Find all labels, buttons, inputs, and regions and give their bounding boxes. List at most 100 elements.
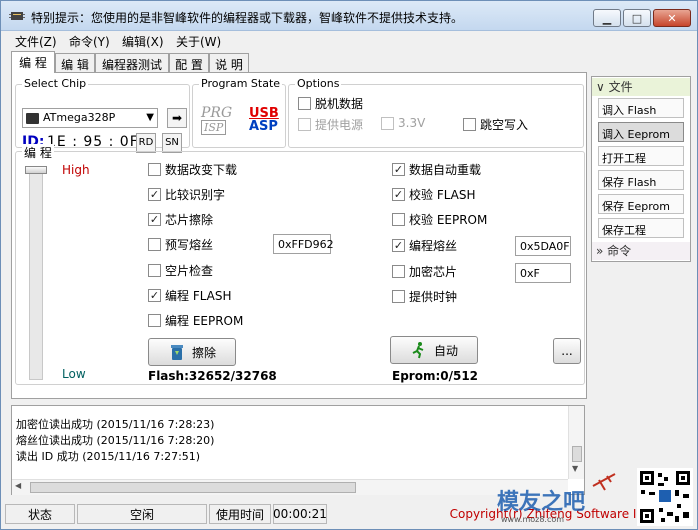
erase-button[interactable]: 擦除: [148, 338, 236, 366]
auto-reload-checkbox[interactable]: ✓ 数据自动重载: [392, 161, 481, 178]
save-project-button[interactable]: 保存工程: [598, 218, 684, 238]
checkbox-box: [463, 118, 476, 131]
file-section-header[interactable]: ∨ 文件: [592, 78, 690, 96]
scroll-left-icon[interactable]: ◀: [15, 481, 21, 490]
program-flash-label: 编程 FLASH: [165, 289, 232, 303]
log-line: 加密位读出成功 (2015/11/16 7:28:23): [16, 418, 215, 431]
checkbox-box: [392, 213, 405, 226]
tab-programmer-test[interactable]: 编程器测试: [95, 53, 169, 73]
provide-clock-checkbox[interactable]: 提供时钟: [392, 288, 457, 305]
load-flash-button[interactable]: 调入 Flash: [598, 98, 684, 118]
open-project-button[interactable]: 打开工程: [598, 146, 684, 166]
menu-about[interactable]: 关于(W): [176, 33, 221, 50]
chevron-down-icon: ▼: [146, 112, 154, 123]
high-label: High: [62, 163, 90, 177]
checkbox-box: [381, 116, 394, 130]
program-tab-panel: Select Chip ATmega328P ▼ ➡ ID: 1E : 95 :…: [11, 72, 587, 399]
menu-edit[interactable]: 编辑(X): [122, 33, 164, 50]
voltage-label: 3.3V: [398, 116, 426, 130]
scroll-thumb[interactable]: [30, 482, 356, 493]
elapsed-value: 00:00:21: [273, 504, 327, 524]
program-flash-checkbox[interactable]: ✓ 编程 FLASH: [148, 287, 232, 304]
chip-app-icon: [9, 12, 25, 20]
save-eeprom-button[interactable]: 保存 Eeprom: [598, 194, 684, 214]
chip-id-value: 1E : 95 : 0F: [47, 134, 139, 150]
low-label: Low: [62, 367, 86, 381]
command-section-header[interactable]: » 命令: [592, 242, 690, 260]
prg-isp-logo: PRG ISP: [201, 105, 233, 135]
title-bar: 特别提示：您使用的是非智峰软件的编程器或下载器，智峰软件不提供技术支持。 ▁ □…: [1, 1, 697, 31]
maximize-button[interactable]: □: [623, 9, 651, 27]
program-state-label: Program State: [199, 77, 283, 90]
prewrite-fuse-label: 预写熔丝: [165, 238, 214, 252]
select-chip-label: Select Chip: [22, 77, 89, 90]
select-chip-group: Select Chip ATmega328P ▼ ➡ ID: 1E : 95 :…: [15, 77, 190, 153]
erase-label: 擦除: [191, 345, 216, 360]
load-eeprom-button[interactable]: 调入 Eeprom: [598, 122, 684, 142]
checkbox-box: ✓: [148, 213, 161, 226]
minimize-button[interactable]: ▁: [593, 9, 621, 27]
recycle-bin-icon: [170, 345, 183, 360]
read-id-button[interactable]: RD: [136, 133, 156, 153]
arrow-right-icon: ➡: [171, 111, 183, 125]
chip-select-dropdown[interactable]: ATmega328P ▼: [22, 108, 158, 128]
file-header-label: 文件: [608, 80, 633, 94]
verify-flash-label: 校验 FLASH: [409, 188, 476, 202]
checkbox-box: [148, 163, 161, 176]
chip-select-value: ATmega328P: [43, 111, 116, 124]
tab-edit[interactable]: 编 辑: [55, 53, 95, 73]
serial-number-button[interactable]: SN: [162, 133, 182, 153]
save-flash-button[interactable]: 保存 Flash: [598, 170, 684, 190]
program-group-label: 编 程: [22, 144, 54, 161]
close-button[interactable]: ✕: [653, 9, 691, 27]
scroll-thumb[interactable]: [572, 446, 582, 462]
download-on-change-checkbox[interactable]: 数据改变下载: [148, 161, 237, 178]
menu-file[interactable]: 文件(Z): [15, 33, 57, 50]
isp-text: ISP: [201, 120, 227, 135]
supply-power-checkbox[interactable]: 提供电源: [298, 116, 363, 133]
lock-value[interactable]: 0xF: [515, 263, 571, 283]
verify-eeprom-checkbox[interactable]: 校验 EEPROM: [392, 211, 487, 228]
expand-icon: »: [596, 244, 608, 258]
verify-flash-checkbox[interactable]: ✓ 校验 FLASH: [392, 186, 476, 203]
verify-eeprom-label: 校验 EEPROM: [409, 213, 488, 227]
offline-data-checkbox[interactable]: 脱机数据: [298, 95, 363, 112]
prewrite-fuse-value[interactable]: 0xFFD962: [273, 234, 334, 254]
tab-config[interactable]: 配 置: [169, 53, 209, 73]
program-eeprom-checkbox[interactable]: 编程 EEPROM: [148, 312, 243, 329]
checkbox-box: ✓: [148, 289, 161, 302]
compare-signature-checkbox[interactable]: ✓ 比较识别字: [148, 186, 225, 203]
blank-check-checkbox[interactable]: 空片检查: [148, 262, 213, 279]
menu-command[interactable]: 命令(Y): [69, 33, 110, 50]
speed-slider-track[interactable]: [29, 170, 43, 380]
checkbox-box: [392, 265, 405, 278]
auto-button[interactable]: 自动: [390, 336, 478, 364]
voltage-3v3-checkbox[interactable]: 3.3V: [381, 116, 425, 130]
log-horizontal-scrollbar[interactable]: ◀: [12, 479, 568, 495]
tab-strip: 编 程 编 辑 编程器测试 配 置 说 明: [11, 51, 611, 73]
program-fuse-checkbox[interactable]: ✓ 编程熔丝: [392, 237, 457, 254]
flash-usage: Flash:32652/32768: [148, 369, 277, 383]
collapse-icon: ∨: [596, 80, 609, 94]
fuse-value[interactable]: 0x5DA0F: [515, 236, 571, 256]
checkbox-box: [392, 290, 405, 303]
command-sidebar: ∨ 文件 调入 Flash 调入 Eeprom 打开工程 保存 Flash 保存…: [591, 76, 691, 262]
download-on-change-label: 数据改变下载: [165, 163, 238, 177]
chip-icon: [26, 113, 39, 124]
chip-go-button[interactable]: ➡: [167, 108, 187, 128]
checkbox-box: [298, 118, 311, 131]
tab-help[interactable]: 说 明: [209, 53, 249, 73]
prg-text: PRG: [201, 105, 233, 121]
lock-chip-checkbox[interactable]: 加密芯片: [392, 263, 457, 280]
speed-slider-thumb[interactable]: [25, 166, 47, 174]
asp-text: ASP: [249, 119, 278, 134]
tab-program[interactable]: 编 程: [11, 51, 55, 73]
blank-check-label: 空片检查: [165, 264, 214, 278]
more-options-button[interactable]: ...: [553, 338, 581, 364]
skip-blank-write-checkbox[interactable]: 跳空写入: [463, 116, 528, 133]
prewrite-fuse-checkbox[interactable]: 预写熔丝: [148, 236, 213, 253]
chip-erase-checkbox[interactable]: ✓ 芯片擦除: [148, 211, 213, 228]
program-fuse-label: 编程熔丝: [409, 239, 458, 253]
checkbox-box: [148, 314, 161, 327]
elapsed-label: 使用时间: [209, 504, 271, 524]
